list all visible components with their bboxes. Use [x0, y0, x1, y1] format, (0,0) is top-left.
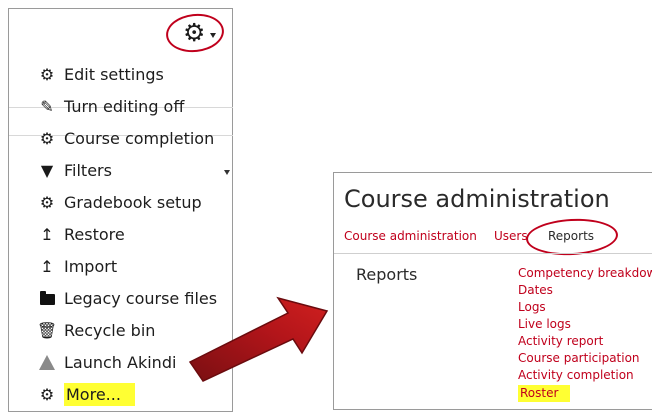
- report-link-live-logs[interactable]: Live logs: [518, 317, 571, 332]
- tab-course-administration[interactable]: Course administration: [344, 229, 477, 243]
- report-link-competency-breakdown[interactable]: Competency breakdown: [518, 266, 652, 281]
- report-link-roster[interactable]: Roster: [518, 385, 571, 402]
- tab-divider: [334, 253, 652, 254]
- report-link-activity-report[interactable]: Activity report: [518, 334, 603, 349]
- report-link-course-participation[interactable]: Course participation: [518, 351, 640, 366]
- course-administration-panel: Course administration Course administrat…: [333, 172, 652, 410]
- tab-users[interactable]: Users: [494, 229, 528, 243]
- annotation-circle: [525, 216, 619, 258]
- page-title: Course administration: [344, 185, 610, 213]
- section-heading: Reports: [356, 265, 418, 284]
- report-link-activity-completion[interactable]: Activity completion: [518, 368, 634, 383]
- report-link-dates[interactable]: Dates: [518, 283, 553, 298]
- report-link-logs[interactable]: Logs: [518, 300, 546, 315]
